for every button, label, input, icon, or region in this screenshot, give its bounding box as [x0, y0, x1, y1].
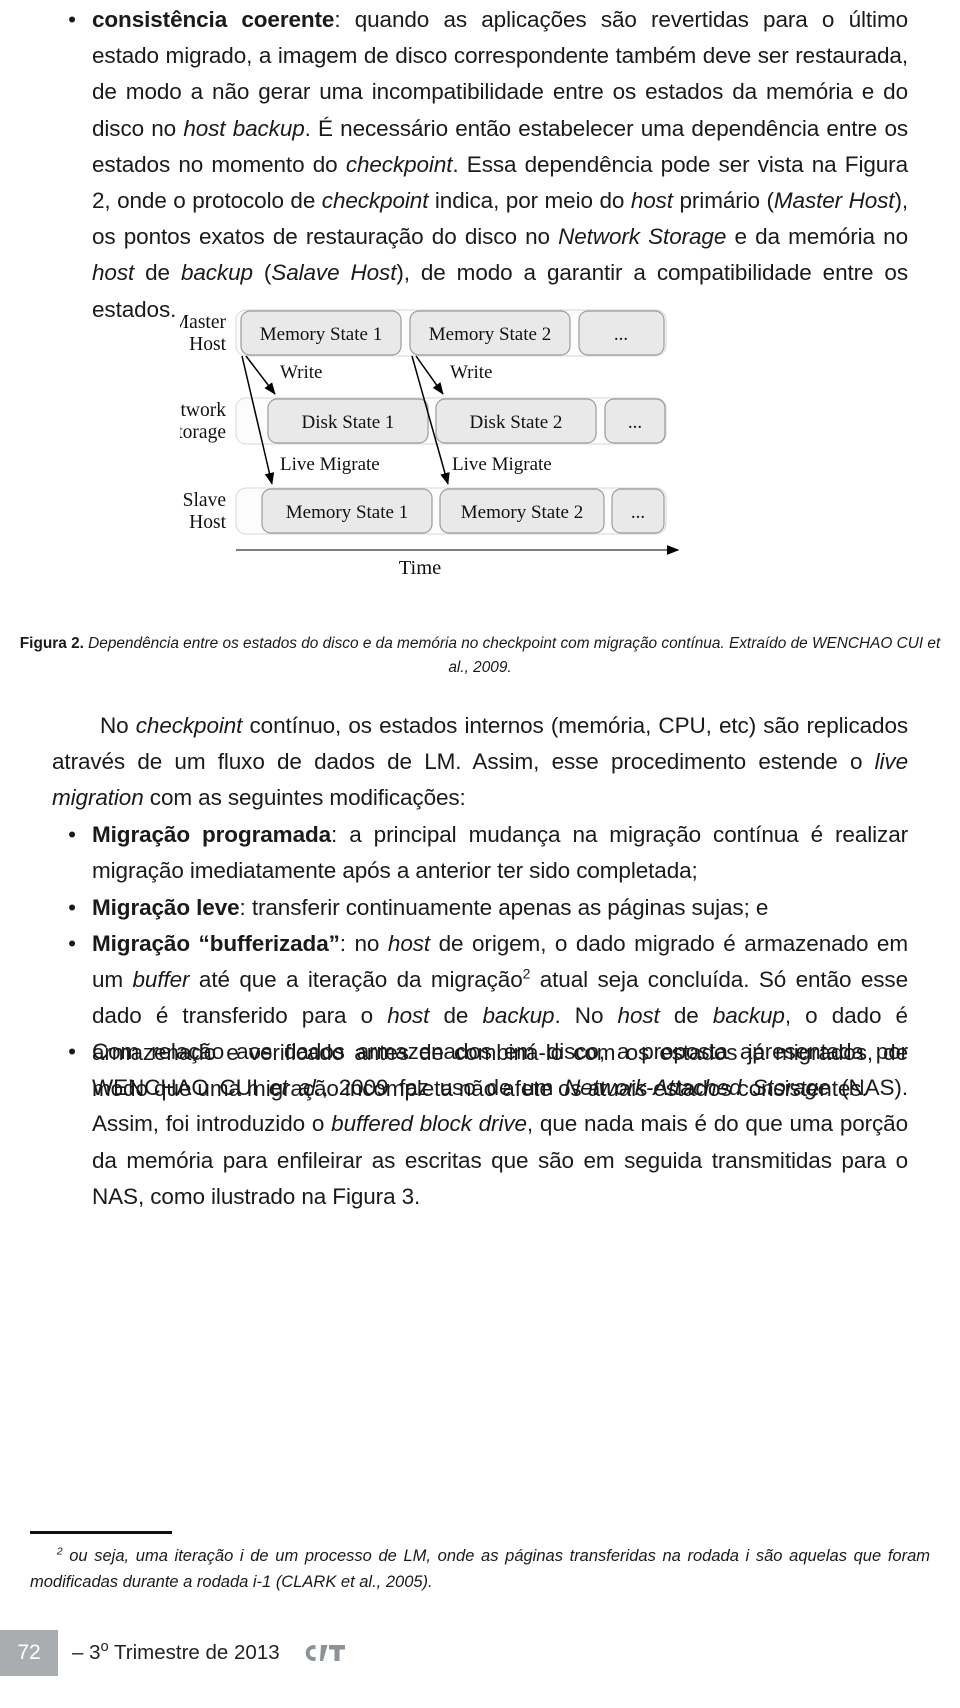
text-run: No: [100, 713, 136, 738]
bullet-marker: •: [68, 1039, 76, 1064]
text-run: até que a iteração da migração: [189, 967, 523, 993]
emphasis-run: checkpoint: [135, 713, 243, 738]
emphasis-run: Network Storage: [558, 224, 727, 250]
row-label-master-host-line2: Host: [189, 334, 226, 355]
figure-caption-body: Dependência entre os estados do disco e …: [83, 635, 941, 676]
bullet-lead-label: Migração programada: [92, 822, 332, 847]
footnote-text: 2 ou seja, uma iteração i de um processo…: [30, 1543, 930, 1595]
emphasis-run: Network-Attached Storage: [564, 1075, 831, 1101]
figure-box-label: Memory State 2: [461, 502, 583, 523]
bullet-item-consistencia-coerente: • consistência coerente: quando as aplic…: [52, 2, 908, 328]
time-axis-label: Time: [399, 557, 442, 578]
emphasis-run: buffer: [132, 967, 190, 993]
ct-logo-icon: [305, 1645, 345, 1661]
bullet-item-migracao-programada: • Migração programada: a principal mudan…: [52, 817, 908, 889]
text-run: e da memória no: [726, 224, 908, 250]
document-page: • consistência coerente: quando as aplic…: [0, 0, 960, 1708]
emphasis-run: Salave Host: [271, 260, 397, 286]
emphasis-run: host: [630, 188, 673, 214]
page-footer: 72 – 3o Trimestre de 2013: [0, 1630, 346, 1676]
emphasis-run: host: [387, 1003, 430, 1029]
figure-box-label: Memory State 2: [429, 324, 551, 345]
text-run: , 2009 faz uso de um: [321, 1075, 565, 1101]
figure-2-svg: Master Host Memory State 1 Memory State …: [180, 309, 680, 578]
row-label-slave-host-line2: Host: [189, 512, 226, 533]
text-run: . No: [554, 1003, 618, 1029]
bullet-lead-label: consistência coerente: [92, 7, 335, 32]
text-run: de: [429, 1003, 483, 1029]
bullet-lead-label: Migração leve: [92, 895, 240, 920]
text-run: Trimestre de 2013: [108, 1641, 280, 1664]
figure-box-label: Memory State 1: [286, 502, 408, 523]
publisher-logo: [302, 1642, 346, 1664]
row-label-network-storage-line2: Storage: [180, 422, 226, 443]
bullet-item-text: consistência coerente: quando as aplicaç…: [92, 2, 908, 328]
bullet-item-text: Migração programada: a principal mudança…: [92, 817, 908, 889]
emphasis-run: backup: [482, 1003, 555, 1029]
text-run: ou seja, uma iteração i de um processo d…: [30, 1547, 930, 1591]
emphasis-run: host: [617, 1003, 660, 1029]
figure-box-label: ...: [614, 324, 628, 345]
figure-2-diagram: Master Host Memory State 1 Memory State …: [180, 298, 720, 578]
figure-box-label: Disk State 1: [302, 412, 395, 433]
emphasis-run: checkpoint: [321, 188, 429, 214]
text-run: : no: [339, 931, 388, 956]
bullet-marker: •: [68, 7, 76, 32]
arrow-label-live-migrate-2: Live Migrate: [452, 454, 552, 475]
figure-box-label: ...: [631, 502, 645, 523]
bullet-item-migracao-leve: • Migração leve: transferir continuament…: [52, 890, 908, 926]
footnote-separator-rule: [30, 1531, 172, 1534]
bullet-lead-label: Migração “bufferizada”: [92, 931, 340, 956]
emphasis-run: et al.: [268, 1075, 322, 1101]
text-run: indica, por meio do: [428, 188, 631, 214]
arrow-write-1: [245, 355, 276, 395]
figure-caption-lead: Figura 2.: [19, 635, 84, 652]
text-run: de: [659, 1003, 713, 1029]
emphasis-run: host: [387, 931, 431, 956]
text-run: : transferir continuamente apenas as pág…: [239, 895, 769, 920]
emphasis-run: backup: [712, 1003, 785, 1029]
arrow-label-live-migrate-1: Live Migrate: [280, 454, 380, 475]
ordinal-suffix: o: [100, 1639, 109, 1656]
page-number-badge: 72: [0, 1630, 58, 1676]
arrow-label-write-1: Write: [280, 362, 323, 383]
bullet-item-dados-em-disco: • Com relação aos dados armazenados em d…: [52, 1034, 908, 1215]
emphasis-run: host: [92, 260, 135, 286]
bullet-marker: •: [68, 931, 76, 956]
bullet-marker: •: [68, 822, 76, 847]
emphasis-run: backup: [180, 260, 253, 286]
emphasis-run: buffered block drive: [331, 1111, 527, 1137]
bullet-item-text: Migração leve: transferir continuamente …: [92, 890, 908, 926]
row-label-master-host-line1: Master: [180, 312, 226, 333]
footer-issue-text: – 3o Trimestre de 2013: [72, 1639, 280, 1665]
text-run: de: [134, 260, 181, 286]
figure-box-label: Memory State 1: [260, 324, 382, 345]
emphasis-run: host backup: [183, 115, 305, 141]
bullet-marker: •: [68, 895, 76, 920]
figure-box-label: ...: [628, 412, 642, 433]
paragraph-checkpoint-continuo: No checkpoint contínuo, os estados inter…: [52, 708, 908, 817]
arrow-label-write-2: Write: [450, 362, 493, 383]
text-run: com as seguintes modificações:: [143, 785, 466, 811]
text-run: – 3: [72, 1641, 101, 1664]
emphasis-run: Master Host: [773, 188, 895, 214]
text-run: (: [252, 260, 272, 286]
emphasis-run: checkpoint: [345, 151, 453, 177]
figure-box-label: Disk State 2: [470, 412, 563, 433]
figure-2-caption: Figura 2. Dependência entre os estados d…: [12, 632, 948, 680]
row-label-network-storage-line1: Network: [180, 400, 226, 421]
arrow-write-2: [415, 355, 444, 395]
row-label-slave-host-line1: Slave: [183, 490, 226, 511]
text-run: primário (: [672, 188, 774, 214]
bullet-item-text: Com relação aos dados armazenados em dis…: [92, 1034, 908, 1215]
